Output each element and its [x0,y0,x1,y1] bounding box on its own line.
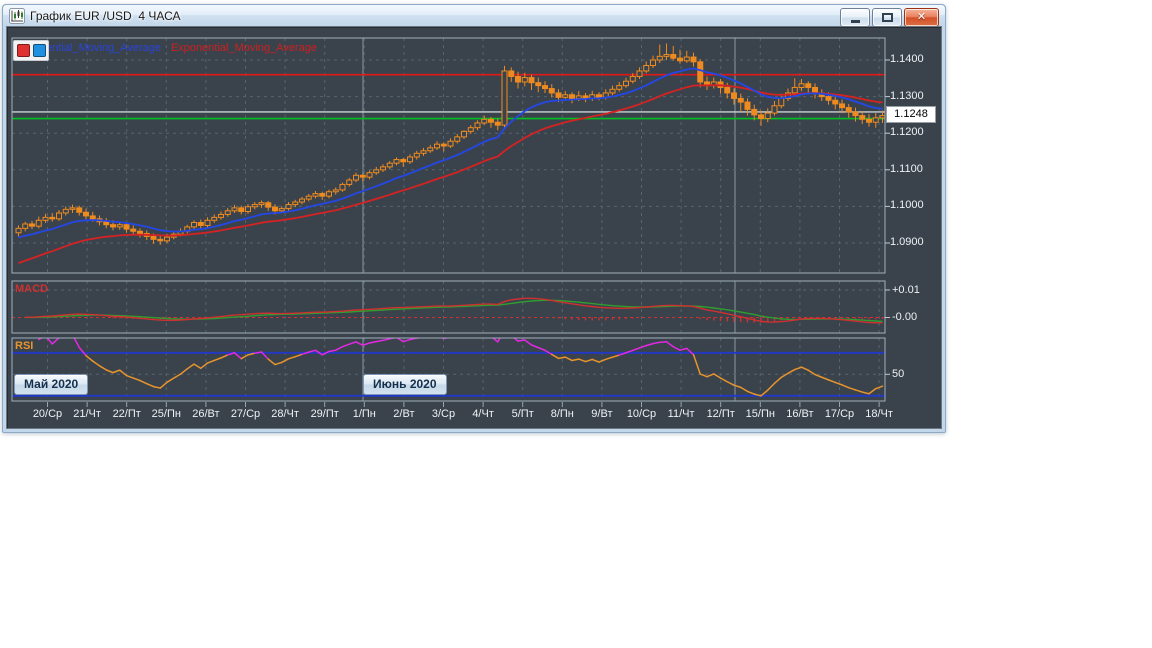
indicator-toggle-box [13,40,49,61]
close-button[interactable]: ✕ [904,8,939,27]
ema-red-toggle-button[interactable] [16,44,30,57]
window-controls: ✕ [840,8,939,27]
close-icon: ✕ [916,11,927,23]
month-button-may[interactable]: Май 2020 [14,374,89,395]
candlestick-chart-icon [9,7,25,24]
ema-blue-toggle-button[interactable] [32,44,46,57]
title-bar[interactable]: График EUR /USD 4 ЧАСА ✕ [3,5,945,27]
chart-window: График EUR /USD 4 ЧАСА ✕ [2,4,946,433]
month-button-june[interactable]: Июнь 2020 [363,374,447,395]
window-title: График EUR /USD 4 ЧАСА [30,8,181,23]
minimize-button[interactable] [840,8,870,27]
maximize-button[interactable] [872,8,902,27]
page-root: { "window": { "title": "График EUR /USD … [0,0,1152,648]
minimize-icon [850,20,860,23]
maximize-icon [881,13,893,22]
chart-client-area [6,26,942,429]
